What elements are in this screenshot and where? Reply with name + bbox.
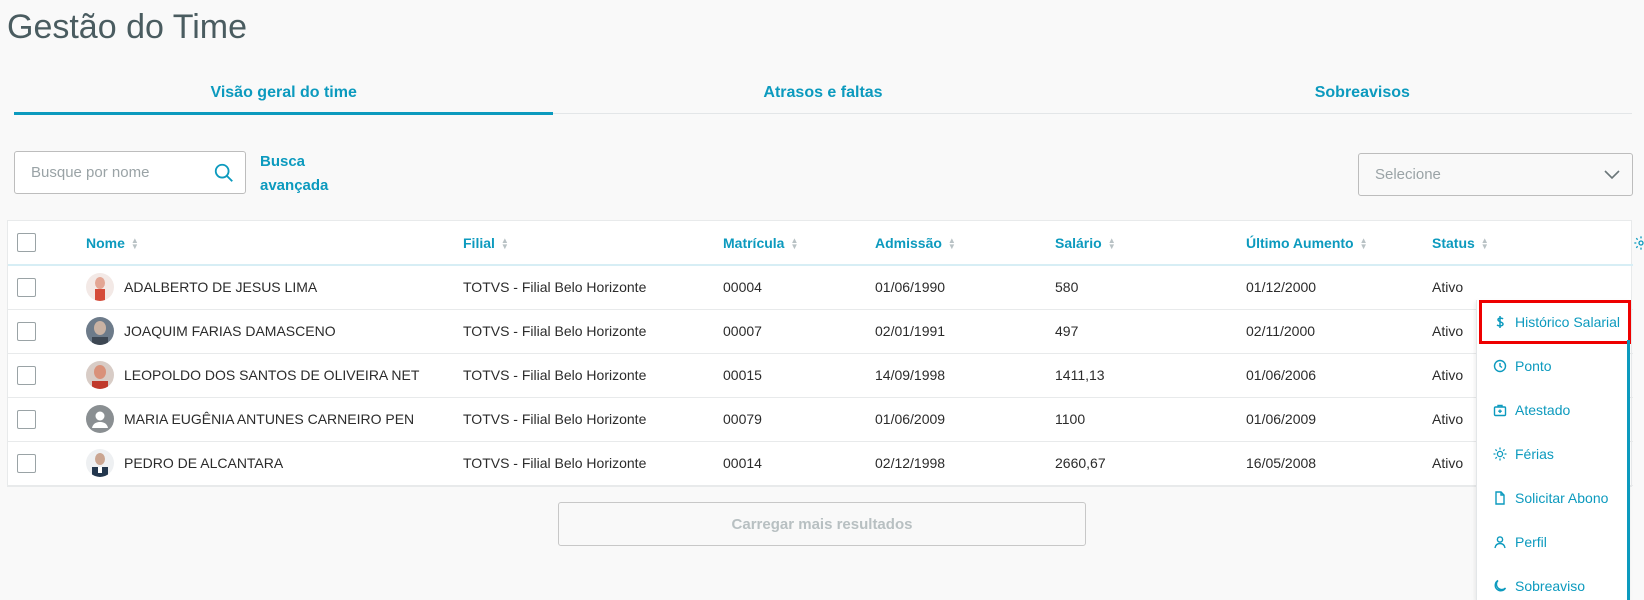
table-row[interactable]: JOAQUIM FARIAS DAMASCENO TOTVS - Filial … [8, 309, 1633, 354]
menu-item-ferias[interactable]: Férias [1477, 432, 1630, 476]
employee-name: MARIA EUGÊNIA ANTUNES CARNEIRO PEN [124, 411, 415, 427]
page-title: Gestão do Time [7, 8, 248, 46]
medical-kit-icon [1493, 404, 1507, 417]
avatar [86, 361, 114, 389]
cell-ultimo-aumento: 02/11/2000 [1246, 309, 1432, 354]
clock-icon [1493, 359, 1507, 373]
cell-filial: TOTVS - Filial Belo Horizonte [463, 397, 723, 442]
column-header-admissao[interactable]: Admissão ▲ ▼ [875, 221, 1055, 266]
table-row[interactable]: ADALBERTO DE JESUS LIMA TOTVS - Filial B… [8, 265, 1633, 310]
user-icon [1494, 536, 1506, 549]
cell-admissao: 01/06/2009 [875, 397, 1055, 442]
row-actions-menu: Histórico Salarial Ponto Atestado Férias… [1476, 300, 1631, 600]
cell-filial: TOTVS - Filial Belo Horizonte [463, 265, 723, 310]
sort-icon[interactable]: ▲ ▼ [1108, 236, 1116, 250]
sort-icon[interactable]: ▲ ▼ [1481, 236, 1489, 250]
row-checkbox[interactable] [17, 453, 36, 473]
column-header-salario[interactable]: Salário ▲ ▼ [1055, 221, 1246, 266]
cell-matricula: 00015 [723, 353, 875, 398]
search-input[interactable] [15, 164, 205, 181]
column-header-nome[interactable]: Nome ▲ ▼ [86, 221, 463, 266]
menu-item-sobreaviso[interactable]: Sobreaviso [1477, 564, 1630, 600]
cell-matricula: 00004 [723, 265, 875, 310]
menu-item-ponto[interactable]: Ponto [1477, 344, 1630, 388]
chevron-down-icon [1604, 170, 1620, 180]
cell-salario: 580 [1055, 265, 1246, 310]
tab-visao-geral[interactable]: Visão geral do time [14, 78, 554, 115]
column-header-filial[interactable]: Filial ▲ ▼ [463, 221, 723, 266]
tab-bar: Visão geral do time Atrasos e faltas Sob… [14, 78, 1632, 115]
table-row[interactable]: LEOPOLDO DOS SANTOS DE OLIVEIRA NET TOTV… [8, 353, 1633, 398]
select-all-checkbox[interactable] [17, 233, 36, 252]
avatar [86, 317, 114, 345]
column-header-matricula[interactable]: Matrícula ▲ ▼ [723, 221, 875, 266]
menu-item-solicitar-abono[interactable]: Solicitar Abono [1477, 476, 1630, 520]
row-checkbox[interactable] [17, 409, 36, 429]
table-row[interactable]: MARIA EUGÊNIA ANTUNES CARNEIRO PEN TOTVS… [8, 397, 1633, 442]
menu-item-atestado[interactable]: Atestado [1477, 388, 1630, 432]
cell-filial: TOTVS - Filial Belo Horizonte [463, 309, 723, 354]
load-more-button[interactable]: Carregar mais resultados [558, 502, 1086, 546]
filter-select[interactable]: Selecione [1358, 153, 1633, 196]
cell-matricula: 00079 [723, 397, 875, 442]
advanced-search-link[interactable]: Busca avançada [260, 150, 340, 198]
sort-icon[interactable]: ▲ ▼ [948, 236, 956, 250]
cell-admissao: 14/09/1998 [875, 353, 1055, 398]
dollar-icon [1496, 316, 1504, 328]
avatar [86, 273, 114, 302]
cell-salario: 497 [1055, 309, 1246, 354]
cell-ultimo-aumento: 01/06/2009 [1246, 397, 1432, 442]
search-icon[interactable] [213, 162, 235, 184]
tab-sobreavisos[interactable]: Sobreavisos [1093, 78, 1632, 113]
avatar [86, 405, 114, 433]
gear-icon[interactable] [1633, 235, 1644, 251]
column-header-status[interactable]: Status ▲ ▼ [1432, 221, 1633, 266]
cell-ultimo-aumento: 16/05/2008 [1246, 441, 1432, 486]
advanced-search-label-2: avançada [260, 177, 329, 194]
cell-salario: 1411,13 [1055, 353, 1246, 398]
document-icon [1495, 491, 1505, 505]
table-header-row: Nome ▲ ▼ Filial ▲ ▼ Matrícula ▲ ▼ Admissão ▲ ▼ S… [8, 221, 1644, 266]
avatar [86, 449, 114, 477]
cell-admissao: 02/12/1998 [875, 441, 1055, 486]
moon-icon [1494, 579, 1507, 592]
cell-admissao: 01/06/1990 [875, 265, 1055, 310]
row-checkbox[interactable] [17, 365, 36, 385]
sort-icon[interactable]: ▲ ▼ [1360, 236, 1368, 250]
sort-icon[interactable]: ▲ ▼ [131, 236, 139, 250]
table-row[interactable]: PEDRO DE ALCANTARA TOTVS - Filial Belo H… [8, 441, 1633, 486]
menu-item-perfil[interactable]: Perfil [1477, 520, 1630, 564]
sort-icon[interactable]: ▲ ▼ [501, 236, 509, 250]
search-box [14, 151, 246, 194]
sun-icon [1493, 447, 1507, 461]
cell-filial: TOTVS - Filial Belo Horizonte [463, 441, 723, 486]
row-checkbox[interactable] [17, 321, 36, 341]
employee-name: ADALBERTO DE JESUS LIMA [124, 279, 318, 296]
filter-select-placeholder: Selecione [1375, 166, 1441, 183]
cell-matricula: 00014 [723, 441, 875, 486]
column-header-ultimo-aumento[interactable]: Último Aumento ▲ ▼ [1246, 221, 1432, 266]
employee-name: PEDRO DE ALCANTARA [124, 455, 284, 471]
cell-salario: 2660,67 [1055, 441, 1246, 486]
employee-name: LEOPOLDO DOS SANTOS DE OLIVEIRA NET [124, 367, 420, 383]
menu-item-historico-salarial[interactable]: Histórico Salarial [1479, 300, 1631, 344]
cell-salario: 1100 [1055, 397, 1246, 442]
advanced-search-label-1: Busca [260, 153, 306, 170]
cell-ultimo-aumento: 01/12/2000 [1246, 265, 1432, 310]
cell-filial: TOTVS - Filial Belo Horizonte [463, 353, 723, 398]
row-checkbox[interactable] [17, 277, 36, 297]
employee-name: JOAQUIM FARIAS DAMASCENO [124, 323, 336, 339]
team-table: Nome ▲ ▼ Filial ▲ ▼ Matrícula ▲ ▼ Admissão ▲ ▼ S… [7, 220, 1644, 487]
cell-admissao: 02/01/1991 [875, 309, 1055, 354]
cell-ultimo-aumento: 01/06/2006 [1246, 353, 1432, 398]
sort-icon[interactable]: ▲ ▼ [790, 236, 798, 250]
cell-matricula: 00007 [723, 309, 875, 354]
tab-atrasos-faltas[interactable]: Atrasos e faltas [553, 78, 1092, 113]
